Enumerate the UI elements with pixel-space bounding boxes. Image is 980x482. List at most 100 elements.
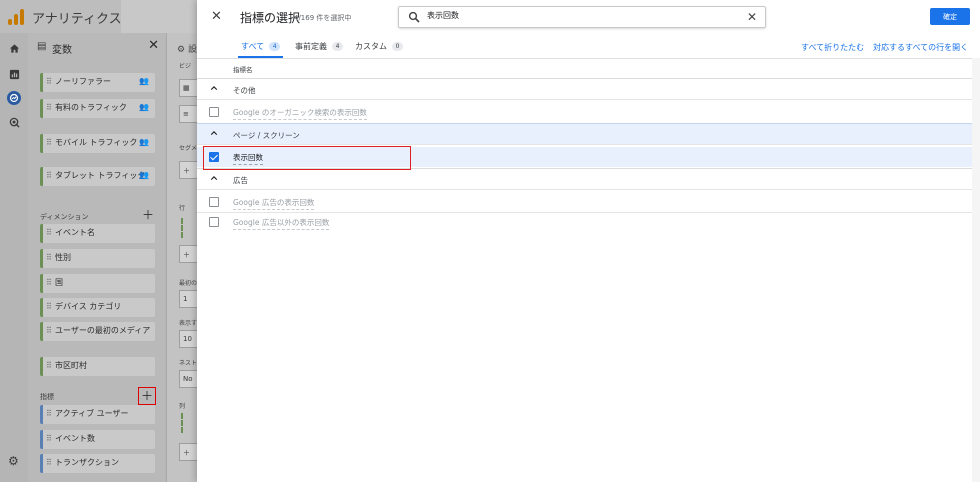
- tab-label: カスタム: [355, 42, 387, 51]
- settings-panel: ⚙ 設 ビジ ▦ ≡ セグメ ＋ 行 ＋ 最初の 1 表示す 10 ネスト No…: [166, 33, 197, 482]
- people-icon: 👥: [139, 102, 149, 112]
- app-bar: アナリティクス: [0, 0, 197, 33]
- first-row-field[interactable]: 1: [179, 290, 197, 308]
- chip-label: モバイル トラフィック: [55, 138, 138, 147]
- group-label: その他: [233, 86, 256, 95]
- active-tab-indicator: [238, 56, 283, 58]
- people-icon: 👥: [139, 76, 149, 86]
- group-label: 広告: [233, 176, 248, 185]
- search-icon: [408, 11, 420, 23]
- metric-row[interactable]: Google のオーガニック検索の表示回数: [197, 102, 972, 122]
- dimension-chip[interactable]: デバイス カテゴリ: [40, 298, 155, 317]
- tab-all[interactable]: すべて 4: [241, 41, 281, 52]
- chevron-up-icon: [210, 131, 218, 135]
- group-header-ads[interactable]: 広告: [197, 168, 972, 190]
- settings-label: ネスト: [179, 360, 197, 367]
- annotation-highlight-box: [203, 146, 411, 170]
- metric-selection-drawer: ✕ 指標の選択 4/169 件を選択中 ✕ 確定 すべて 4 事前定義 4 カス…: [197, 0, 980, 482]
- tab-predefined[interactable]: 事前定義 4: [295, 41, 343, 52]
- add-metric-button[interactable]: ＋: [138, 387, 156, 405]
- people-icon: 👥: [139, 170, 149, 180]
- advertising-icon[interactable]: [7, 115, 21, 129]
- metric-chip[interactable]: トランザクション: [40, 454, 155, 473]
- metric-checkbox[interactable]: [209, 217, 219, 227]
- variables-panel: ▤ 変数 ✕ ノーリファラー👥 有料のトラフィック👥 モバイル トラフィック👥 …: [28, 33, 165, 482]
- segment-chip[interactable]: タブレット トラフィック👥: [40, 167, 155, 186]
- dimension-chip[interactable]: ユーザーの最初のメディア: [40, 322, 155, 341]
- column-drop-zone[interactable]: ＋: [179, 443, 197, 461]
- confirm-button[interactable]: 確定: [930, 8, 970, 25]
- metric-chip[interactable]: アクティブ ユーザー: [40, 405, 155, 424]
- dimension-chip[interactable]: イベント名: [40, 224, 155, 243]
- dimensions-section-label: ディメンション: [40, 213, 89, 221]
- add-dimension-button[interactable]: ＋: [142, 209, 154, 221]
- settings-label: ビジ: [179, 63, 192, 70]
- column-header-metric-name: 指標名: [233, 66, 253, 74]
- dimension-chip[interactable]: 国: [40, 274, 155, 293]
- settings-label: 行: [179, 205, 186, 212]
- scrollbar[interactable]: [972, 58, 980, 482]
- app-title: アナリティクス: [32, 12, 122, 27]
- tab-count-badge: 4: [269, 42, 281, 51]
- settings-label: 表示す: [179, 320, 197, 327]
- settings-title-text: 設: [187, 45, 197, 55]
- settings-label: セグメ: [179, 145, 197, 152]
- settings-gear-icon[interactable]: ⚙: [8, 454, 19, 468]
- metric-row[interactable]: Google 広告の表示回数: [197, 192, 972, 212]
- chevron-up-icon: [210, 86, 218, 90]
- metrics-section-label: 指標: [40, 393, 54, 401]
- clear-search-icon[interactable]: ✕: [747, 10, 757, 24]
- reports-icon[interactable]: [7, 67, 21, 81]
- tab-label: すべて: [241, 42, 265, 51]
- background-app: アナリティクス ⚙ ▤ 変数 ✕ ノーリファラー 👥 有料のトラフィック 👥 モバイ…: [0, 0, 197, 482]
- close-icon[interactable]: ✕: [211, 9, 222, 24]
- segment-chip[interactable]: モバイル トラフィック👥: [40, 134, 155, 153]
- row-drop-line: [181, 218, 183, 238]
- visualization-selector[interactable]: ≡: [179, 105, 197, 123]
- metric-label: Google 広告以外の表示回数: [233, 217, 330, 230]
- metric-checkbox[interactable]: [209, 197, 219, 207]
- chevron-up-icon: [210, 176, 218, 180]
- search-box: ✕: [398, 6, 766, 28]
- search-input[interactable]: [427, 11, 727, 20]
- settings-label: 最初の: [179, 280, 197, 287]
- tab-count-badge: 4: [332, 42, 343, 51]
- collapse-all-link[interactable]: すべて折りたたむ: [801, 42, 864, 53]
- row-drop-zone[interactable]: ＋: [179, 245, 197, 263]
- settings-title: ⚙ 設: [177, 45, 197, 55]
- dimension-chip[interactable]: 市区町村: [40, 357, 155, 376]
- analytics-logo-icon: [8, 9, 24, 25]
- show-rows-field[interactable]: 10: [179, 330, 197, 348]
- metric-chip[interactable]: イベント数: [40, 430, 155, 449]
- segment-drop-zone[interactable]: ＋: [179, 161, 197, 179]
- metric-checkbox[interactable]: [209, 107, 219, 117]
- metric-label: Google 広告の表示回数: [233, 197, 315, 210]
- metric-label: Google のオーガニック検索の表示回数: [233, 107, 367, 120]
- expand-matching-link[interactable]: 対応するすべての行を開く: [873, 42, 968, 53]
- variables-header: ▤ 変数 ✕: [28, 33, 165, 61]
- chip-label: 有料のトラフィック: [55, 103, 127, 112]
- tab-label: 事前定義: [295, 42, 327, 51]
- explore-icon[interactable]: [7, 91, 21, 105]
- metric-row[interactable]: Google 広告以外の表示回数: [197, 212, 972, 232]
- variables-icon: ▤: [37, 41, 47, 52]
- group-header-page-screen[interactable]: ページ / スクリーン: [197, 123, 972, 145]
- nav-rail: [0, 33, 28, 482]
- nested-rows-field[interactable]: No: [179, 370, 197, 388]
- visualization-selector[interactable]: ▦: [179, 79, 197, 97]
- close-variables-icon[interactable]: ✕: [148, 38, 159, 53]
- segment-chip[interactable]: 有料のトラフィック 👥: [40, 99, 155, 118]
- column-drop-line: [181, 413, 183, 433]
- chip-label: ノーリファラー: [55, 77, 111, 86]
- app-bar-search-area: [121, 0, 197, 33]
- dimension-chip[interactable]: 性別: [40, 249, 155, 268]
- tab-custom[interactable]: カスタム 0: [355, 41, 403, 52]
- variables-title: 変数: [52, 45, 72, 56]
- group-header-other[interactable]: その他: [197, 78, 972, 100]
- home-icon[interactable]: [7, 41, 21, 55]
- tab-count-badge: 0: [392, 42, 403, 51]
- dialog-title: 指標の選択: [240, 11, 301, 25]
- segment-chip[interactable]: ノーリファラー 👥: [40, 73, 155, 92]
- group-label: ページ / スクリーン: [233, 131, 300, 140]
- settings-label: 列: [179, 403, 186, 410]
